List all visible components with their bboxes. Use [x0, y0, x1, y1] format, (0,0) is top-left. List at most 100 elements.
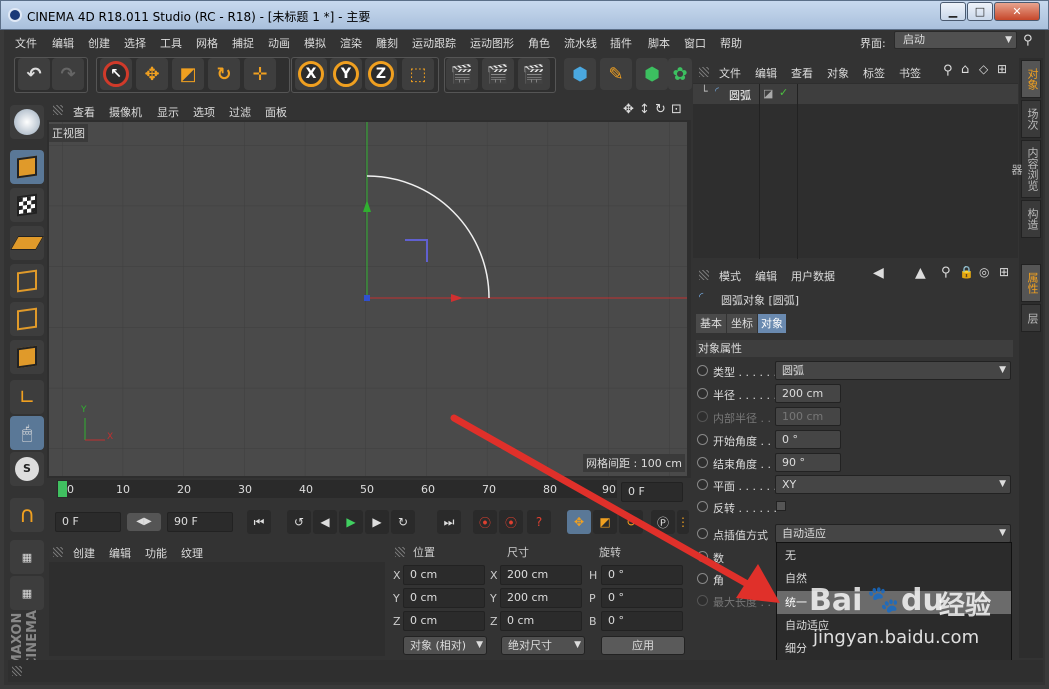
orbit-icon[interactable]: ↻: [655, 102, 666, 117]
menu-tools[interactable]: 工具: [160, 35, 182, 51]
goto-start-icon[interactable]: ⏮: [247, 510, 271, 534]
menu-mograph[interactable]: 运动图形: [470, 35, 514, 51]
coord-mode-select[interactable]: 对象 (相对) ▼: [403, 636, 487, 655]
obj-menu-file[interactable]: 文件: [719, 65, 741, 81]
attr-menu-edit[interactable]: 编辑: [755, 268, 777, 284]
enabled-check-icon[interactable]: ✓: [779, 86, 788, 99]
view-menu-camera[interactable]: 摄像机: [109, 104, 142, 120]
transform-icon[interactable]: ✛: [244, 58, 276, 90]
search-icon[interactable]: ⚲: [941, 265, 951, 280]
zoom-icon[interactable]: ↕: [639, 102, 650, 117]
up-arrow-icon[interactable]: ▲: [915, 265, 926, 281]
next-key-icon[interactable]: ↻: [391, 510, 415, 534]
menu-edit[interactable]: 编辑: [52, 35, 74, 51]
mat-menu-create[interactable]: 创建: [73, 545, 95, 561]
range-slider[interactable]: ◀▶: [127, 513, 161, 531]
menu-script[interactable]: 脚本: [648, 35, 670, 51]
model-mode-icon[interactable]: [10, 150, 44, 184]
maximize-button[interactable]: □: [967, 2, 993, 21]
anim-dot-icon[interactable]: [697, 388, 708, 399]
anim-dot-icon[interactable]: [697, 365, 708, 376]
apply-button[interactable]: 应用: [601, 636, 685, 655]
z-axis-lock-icon[interactable]: Z: [365, 58, 397, 90]
menu-animate[interactable]: 动画: [268, 35, 290, 51]
move-icon[interactable]: ✥: [136, 58, 168, 90]
view-menu-display[interactable]: 显示: [157, 104, 179, 120]
mat-menu-texture[interactable]: 纹理: [181, 545, 203, 561]
array-icon[interactable]: ✿: [668, 58, 692, 90]
menu-character[interactable]: 角色: [528, 35, 550, 51]
back-arrow-icon[interactable]: ◀: [873, 265, 884, 281]
end-frame-field[interactable]: 90 F: [167, 512, 233, 532]
cube-primitive-icon[interactable]: ⬢: [564, 58, 596, 90]
tab-basic[interactable]: 基本: [696, 314, 726, 333]
edges-mode-icon[interactable]: [10, 302, 44, 336]
tweak-mode-icon[interactable]: 🖱: [10, 416, 44, 450]
axis-mode-icon[interactable]: ∟: [10, 380, 44, 414]
view-menu-filter[interactable]: 过滤: [229, 104, 251, 120]
tab-object[interactable]: 对象: [758, 314, 786, 333]
tab-coord[interactable]: 坐标: [727, 314, 757, 333]
play-icon[interactable]: ▶: [339, 510, 363, 534]
globe-icon[interactable]: [10, 105, 44, 139]
close-button[interactable]: ✕: [994, 2, 1040, 21]
menu-pipeline[interactable]: 流水线: [564, 35, 597, 51]
attr-menu-userdata[interactable]: 用户数据: [791, 268, 835, 284]
obj-menu-tags[interactable]: 标签: [863, 65, 885, 81]
obj-menu-bookmarks[interactable]: 书签: [899, 65, 921, 81]
menu-create[interactable]: 创建: [88, 35, 110, 51]
material-list[interactable]: [49, 562, 385, 656]
plane-select[interactable]: XY ▼: [775, 475, 1011, 494]
menu-plugins[interactable]: 插件: [610, 35, 632, 51]
search-icon[interactable]: ⚲: [1023, 33, 1033, 48]
obj-menu-view[interactable]: 查看: [791, 65, 813, 81]
menu-select[interactable]: 选择: [124, 35, 146, 51]
lock-icon[interactable]: 🔒: [959, 265, 974, 279]
workplane-grid-icon[interactable]: ▦: [10, 576, 44, 610]
tab-attributes[interactable]: 属性: [1021, 264, 1041, 302]
size-mode-select[interactable]: 绝对尺寸 ▼: [501, 636, 585, 655]
next-frame-icon[interactable]: ▶: [365, 510, 389, 534]
type-select[interactable]: 圆弧 ▼: [775, 361, 1011, 380]
target-icon[interactable]: ◎: [979, 265, 989, 279]
nurbs-icon[interactable]: ⬢: [636, 58, 668, 90]
view-menu-panel[interactable]: 面板: [265, 104, 287, 120]
menu-window[interactable]: 窗口: [684, 35, 706, 51]
playhead[interactable]: [58, 481, 67, 497]
layout-select[interactable]: 启动 ▼: [894, 31, 1017, 49]
workplane-icon[interactable]: [9, 226, 45, 260]
obj-menu-objects[interactable]: 对象: [827, 65, 849, 81]
object-row[interactable]: └ ◜ 圆弧 ◪ ✓: [693, 84, 1018, 259]
new-panel-icon[interactable]: ⊞: [999, 265, 1009, 279]
menu-render[interactable]: 渲染: [340, 35, 362, 51]
menu-motion-tracking[interactable]: 运动跟踪: [412, 35, 456, 51]
minimize-button[interactable]: ▁: [940, 2, 966, 21]
object-name[interactable]: 圆弧: [729, 87, 751, 103]
menu-snap[interactable]: 捕捉: [232, 35, 254, 51]
tab-structure[interactable]: 构造: [1021, 200, 1041, 238]
x-axis-lock-icon[interactable]: X: [295, 58, 327, 90]
tab-takes[interactable]: 场次: [1021, 100, 1041, 138]
locked-workplane-icon[interactable]: ▦: [10, 540, 44, 574]
magnet-icon[interactable]: ∩: [10, 498, 44, 532]
maximize-view-icon[interactable]: ⊡: [671, 102, 682, 117]
live-select-icon[interactable]: ↖: [100, 58, 132, 90]
home-icon[interactable]: ⌂: [961, 62, 969, 77]
texture-mode-icon[interactable]: [10, 188, 44, 222]
rotate-icon[interactable]: ↻: [208, 58, 240, 90]
pan-icon[interactable]: ✥: [623, 102, 634, 117]
menu-simulate[interactable]: 模拟: [304, 35, 326, 51]
eye-icon[interactable]: ◇: [979, 62, 988, 76]
obj-menu-edit[interactable]: 编辑: [755, 65, 777, 81]
undo-icon[interactable]: ↶: [18, 58, 50, 90]
scale-icon[interactable]: ◩: [172, 58, 204, 90]
option-none[interactable]: 无: [777, 544, 1011, 567]
menu-mesh[interactable]: 网格: [196, 35, 218, 51]
mat-menu-edit[interactable]: 编辑: [109, 545, 131, 561]
interpolation-select[interactable]: 自动适应 ▼: [775, 524, 1011, 543]
y-axis-lock-icon[interactable]: Y: [330, 58, 362, 90]
menu-sculpt[interactable]: 雕刻: [376, 35, 398, 51]
search-icon[interactable]: ⚲: [943, 63, 953, 78]
menu-file[interactable]: 文件: [15, 35, 37, 51]
menu-help[interactable]: 帮助: [720, 35, 742, 51]
